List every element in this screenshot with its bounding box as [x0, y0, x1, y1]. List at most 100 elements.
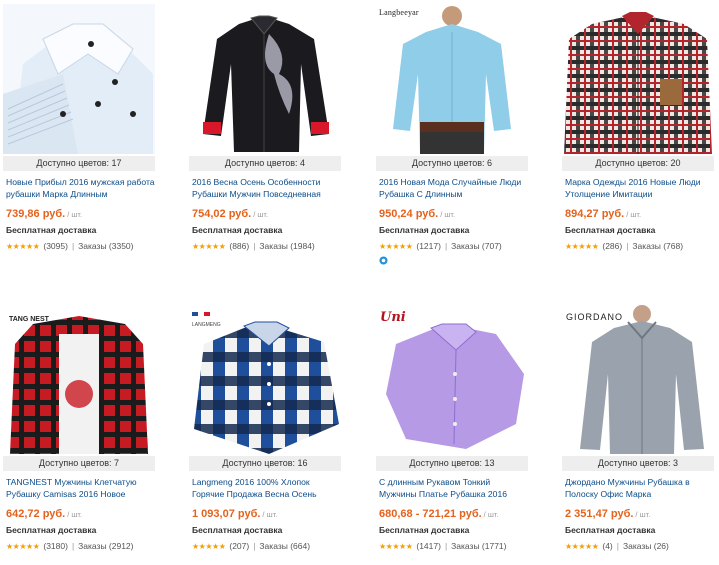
product-image[interactable] — [562, 4, 714, 154]
rating-row: ★★★★★ (4) | Заказы (26) — [562, 541, 714, 552]
product-title-link[interactable]: С длинным Рукавом Тонкий Мужчины Платье … — [376, 477, 528, 500]
product-card[interactable]: Доступно цветов: 17 Новые Прибыл 2016 му… — [3, 4, 155, 252]
rating-row: ★★★★★ (207) | Заказы (664) — [189, 541, 341, 552]
review-count-link[interactable]: (886) — [229, 241, 249, 251]
product-card[interactable]: LANGMENG Доступно цветов: 16 Langmeng 20… — [189, 304, 341, 552]
product-card[interactable]: Доступно цветов: 20 Марка Одежды 2016 Но… — [562, 4, 714, 252]
shirt-image-light-blue — [376, 4, 528, 154]
rating-stars-icon: ★★★★★ — [6, 242, 40, 251]
brand-logo: TANG NEST — [9, 316, 49, 323]
product-card[interactable]: Uni Доступно цветов: 13 С длинным Рукаво… — [376, 304, 528, 552]
product-title-link[interactable]: Джордано Мужчины Рубашка в Полоску Офис … — [562, 477, 714, 500]
separator: | — [253, 541, 256, 551]
price-unit: / шт. — [635, 510, 651, 519]
product-image[interactable]: LANGMENG — [189, 304, 341, 454]
price-row: 894,27 руб. / шт. — [562, 207, 714, 221]
price-unit: / шт. — [483, 510, 499, 519]
colors-available: Доступно цветов: 4 — [189, 156, 341, 171]
price: 894,27 руб. — [565, 208, 625, 220]
review-count-link[interactable]: (1217) — [416, 241, 441, 251]
price-unit: / шт. — [440, 210, 456, 219]
review-count-link[interactable]: (4) — [602, 541, 612, 551]
orders-count: Заказы (707) — [451, 241, 502, 251]
price: 642,72 руб. — [6, 508, 66, 520]
price: 1 093,07 руб. — [192, 508, 261, 520]
orders-count: Заказы (3350) — [78, 241, 134, 251]
price: 950,24 руб. — [379, 208, 439, 220]
product-card[interactable]: Доступно цветов: 4 2016 Весна Осень Особ… — [189, 4, 341, 252]
shirt-image-red-plaid — [3, 304, 155, 454]
product-title-link[interactable]: Langmeng 2016 100% Хлопок Горячие Продаж… — [189, 477, 341, 500]
price-unit: / шт. — [253, 210, 269, 219]
price: 2 351,47 руб. — [565, 508, 634, 520]
product-card[interactable]: Langbeeyar Доступно цветов: 6 2016 Новая… — [376, 4, 528, 270]
rating-stars-icon: ★★★★★ — [192, 242, 226, 251]
free-shipping: Бесплатная доставка — [565, 525, 656, 535]
product-image[interactable]: TANG NEST — [3, 304, 155, 454]
price-unit: / шт. — [262, 510, 278, 519]
rating-row: ★★★★★ (1417) | Заказы (1771) — [376, 541, 528, 552]
price-row: 754,02 руб. / шт. — [189, 207, 341, 221]
product-image[interactable]: Uni — [376, 304, 528, 454]
price-row: 642,72 руб. / шт. — [3, 507, 155, 521]
rating-stars-icon: ★★★★★ — [379, 242, 413, 251]
product-image[interactable] — [3, 4, 155, 154]
shirt-image-plaid — [562, 4, 714, 154]
product-image[interactable] — [189, 4, 341, 154]
product-title-link[interactable]: Новые Прибыл 2016 мужская работа рубашки… — [3, 177, 155, 200]
colors-available: Доступно цветов: 6 — [376, 156, 528, 171]
shirt-image-black — [189, 4, 341, 154]
rating-row: ★★★★★ (3095) | Заказы (3350) — [3, 241, 155, 252]
product-image[interactable]: GIORDANO — [562, 304, 714, 454]
product-image[interactable]: Langbeeyar — [376, 4, 528, 154]
price-row: 680,68 - 721,21 руб. / шт. — [376, 507, 528, 521]
rating-stars-icon: ★★★★★ — [379, 542, 413, 551]
mobile-deal-icon[interactable] — [379, 256, 388, 265]
product-title-link[interactable]: Марка Одежды 2016 Новые Люди Утолщение И… — [562, 177, 714, 200]
price: 739,86 руб. — [6, 208, 66, 220]
review-count-link[interactable]: (207) — [229, 541, 249, 551]
rating-row: ★★★★★ (1217) | Заказы (707) — [376, 241, 528, 252]
free-shipping: Бесплатная доставка — [192, 225, 283, 235]
product-title-link[interactable]: 2016 Весна Осень Особенности Рубашки Муж… — [189, 177, 341, 200]
orders-count: Заказы (26) — [622, 541, 669, 551]
colors-available: Доступно цветов: 3 — [562, 456, 714, 471]
review-count-link[interactable]: (286) — [602, 241, 622, 251]
product-card[interactable]: TANG NEST Доступно цветов: 7 TANGNEST Му… — [3, 304, 155, 552]
separator: | — [253, 241, 256, 251]
brand-logo: Langbeeyar — [379, 8, 419, 17]
product-title-link[interactable]: 2016 Новая Мода Случайные Люди Рубашка С… — [376, 177, 528, 200]
price-unit: / шт. — [67, 210, 83, 219]
free-shipping: Бесплатная доставка — [565, 225, 656, 235]
rating-stars-icon: ★★★★★ — [565, 542, 599, 551]
price-row: 1 093,07 руб. / шт. — [189, 507, 341, 521]
shirt-image-purple — [376, 304, 528, 454]
separator: | — [616, 541, 619, 551]
rating-row: ★★★★★ (3180) | Заказы (2912) — [3, 541, 155, 552]
price-unit: / шт. — [626, 210, 642, 219]
separator: | — [626, 241, 629, 251]
free-shipping: Бесплатная доставка — [6, 525, 97, 535]
orders-count: Заказы (768) — [632, 241, 684, 251]
product-title-link[interactable]: TANGNEST Мужчины Клетчатую Рубашку Camis… — [3, 477, 155, 500]
product-grid: Доступно цветов: 17 Новые Прибыл 2016 му… — [0, 0, 719, 565]
price-unit: / шт. — [67, 510, 83, 519]
rating-row: ★★★★★ (286) | Заказы (768) — [562, 241, 714, 252]
orders-count: Заказы (1984) — [259, 241, 315, 251]
shirt-image-white — [3, 4, 155, 154]
price: 754,02 руб. — [192, 208, 252, 220]
rating-stars-icon: ★★★★★ — [6, 542, 40, 551]
orders-count: Заказы (664) — [259, 541, 311, 551]
free-shipping: Бесплатная доставка — [6, 225, 97, 235]
free-shipping: Бесплатная доставка — [379, 225, 470, 235]
price-row: 739,86 руб. / шт. — [3, 207, 155, 221]
orders-count: Заказы (2912) — [78, 541, 134, 551]
free-shipping: Бесплатная доставка — [379, 525, 470, 535]
review-count-link[interactable]: (3095) — [43, 241, 68, 251]
price-row: 950,24 руб. / шт. — [376, 207, 528, 221]
price: 680,68 - 721,21 руб. — [379, 508, 482, 520]
product-card[interactable]: GIORDANO Доступно цветов: 3 Джордано Муж… — [562, 304, 714, 552]
review-count-link[interactable]: (1417) — [416, 541, 441, 551]
colors-available: Доступно цветов: 13 — [376, 456, 528, 471]
review-count-link[interactable]: (3180) — [43, 541, 68, 551]
